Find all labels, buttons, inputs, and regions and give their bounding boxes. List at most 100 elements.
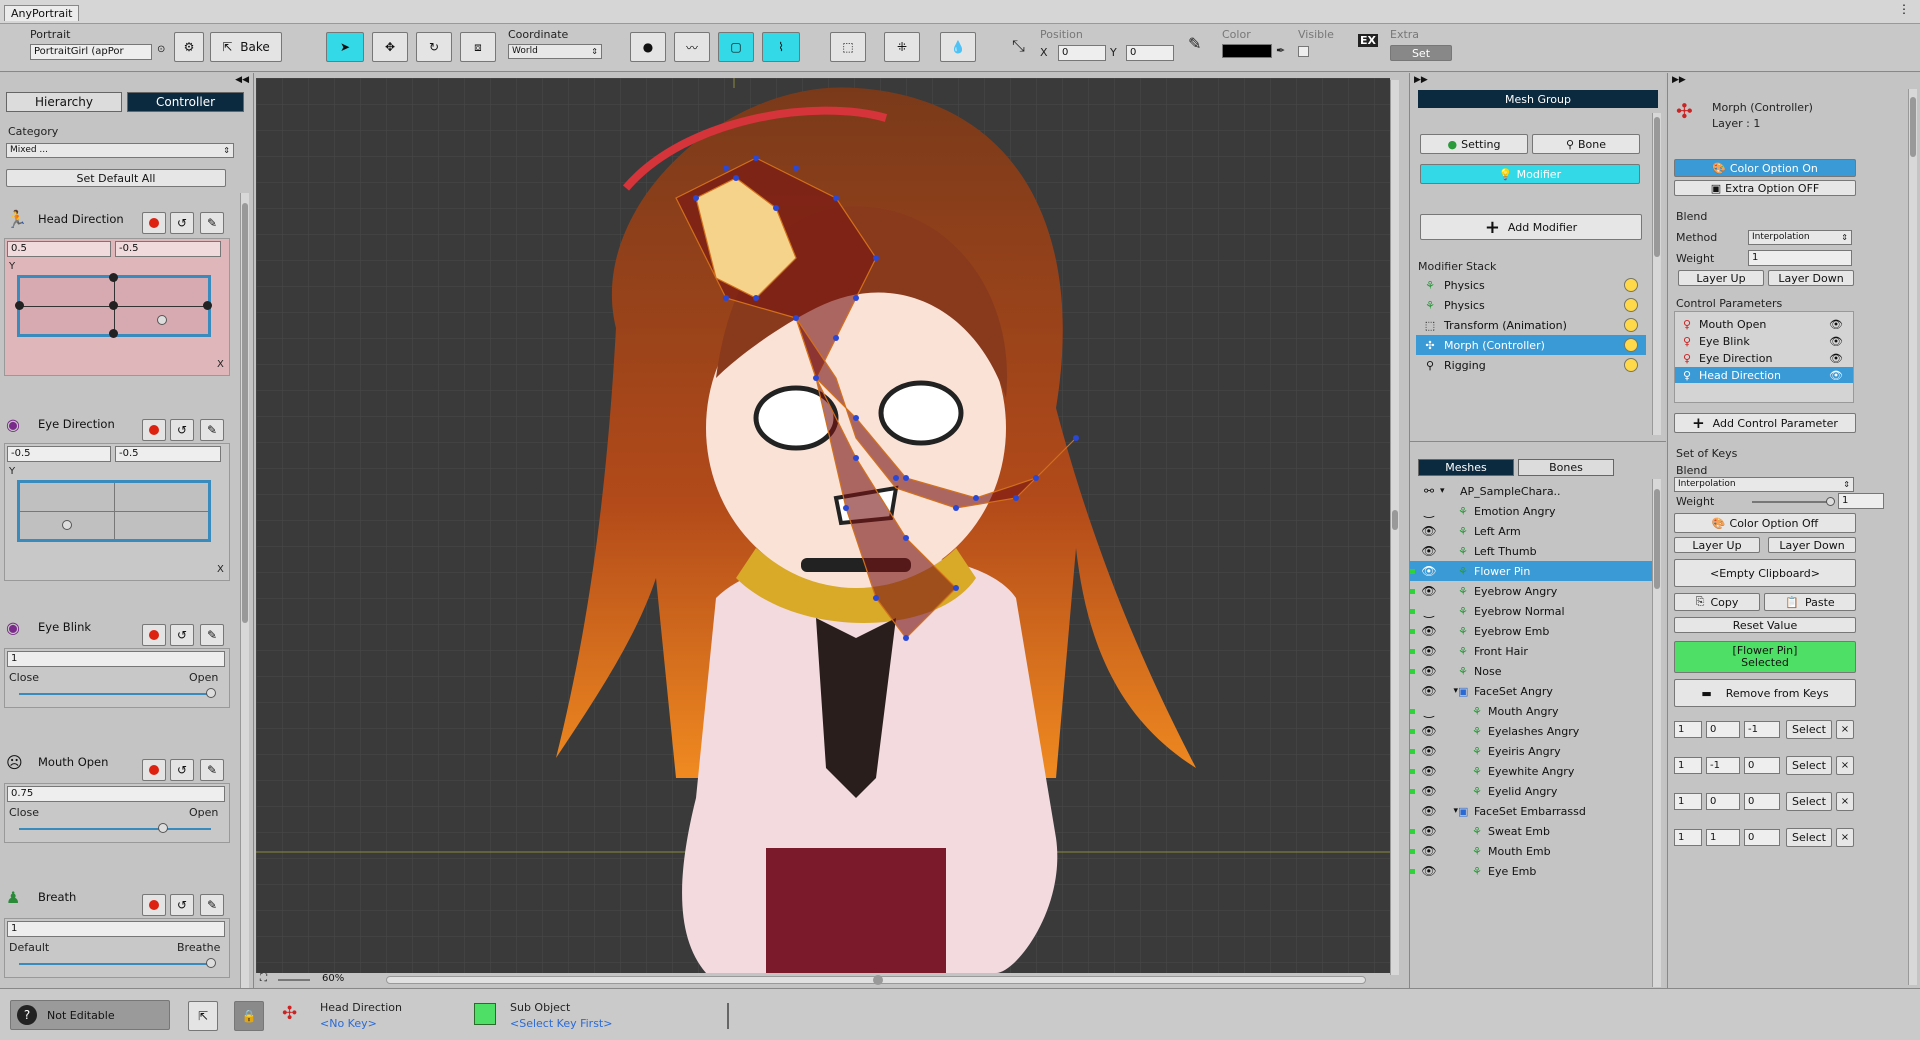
- color-drop-icon[interactable]: 💧: [940, 32, 976, 62]
- key-value-input[interactable]: 0: [1744, 793, 1780, 810]
- mouth-open-slider-track[interactable]: [19, 828, 211, 830]
- tab-hierarchy[interactable]: Hierarchy: [6, 92, 122, 112]
- eye-blink-reset-icon[interactable]: ↺: [170, 624, 194, 646]
- head-direction-record-button[interactable]: [142, 212, 166, 234]
- reset-value-button[interactable]: Reset Value: [1674, 617, 1856, 633]
- param-item[interactable]: ♀ Mouth Open 👁: [1675, 316, 1853, 332]
- layer-down-button[interactable]: Layer Down: [1768, 270, 1854, 286]
- key-value-input[interactable]: -1: [1706, 757, 1740, 774]
- bake-button[interactable]: ⇱ Bake: [210, 32, 282, 62]
- position-x-input[interactable]: 0: [1058, 45, 1106, 61]
- mesh-tree-item[interactable]: 👁 ⚘ Nose: [1410, 661, 1652, 681]
- visibility-eye-icon[interactable]: 👁: [1418, 864, 1440, 878]
- mesh-tree-item[interactable]: 👁 ⚘ Eyebrow Angry: [1410, 581, 1652, 601]
- extra-set-button[interactable]: Set: [1390, 45, 1452, 61]
- modifier-item[interactable]: ⚘ Physics: [1416, 295, 1646, 315]
- eye-direction-handle[interactable]: [62, 520, 72, 530]
- visibility-eye-icon[interactable]: 👁: [1418, 544, 1440, 558]
- horizontal-scrollbar[interactable]: [386, 975, 1366, 985]
- visibility-eye-icon[interactable]: 👁: [1418, 564, 1440, 578]
- mesh-tree-item[interactable]: 👁 ⚘ Left Arm: [1410, 521, 1652, 541]
- zoom-slider[interactable]: [278, 979, 310, 981]
- visibility-eye-icon[interactable]: 👁: [1418, 744, 1440, 758]
- lock-icon[interactable]: 🔒: [234, 1001, 264, 1031]
- key-value-input[interactable]: 1: [1674, 721, 1702, 738]
- tab-meshes[interactable]: Meshes: [1418, 459, 1514, 476]
- mesh-tree-item[interactable]: 👁 ⚘ Eyewhite Angry: [1410, 761, 1652, 781]
- mesh-tree-item[interactable]: 👁 ⚘ Eyelid Angry: [1410, 781, 1652, 801]
- collapse-mid-icon[interactable]: ▶▶: [1414, 75, 1428, 85]
- mesh-tree-item[interactable]: 👁 ▾ ▣ FaceSet Angry: [1410, 681, 1652, 701]
- visibility-eye-icon[interactable]: 👁: [1418, 664, 1440, 678]
- visibility-eye-icon[interactable]: 👁: [1418, 624, 1440, 638]
- pivot-icon[interactable]: ⁜: [884, 32, 920, 62]
- visibility-eye-icon[interactable]: 👁: [1418, 824, 1440, 838]
- visibility-eye-icon[interactable]: ‿: [1418, 504, 1440, 518]
- head-direction-handle[interactable]: [157, 315, 167, 325]
- portrait-picker-icon[interactable]: ⊙: [157, 44, 165, 55]
- portrait-field[interactable]: PortraitGirl (apPor: [30, 44, 152, 60]
- position-y-input[interactable]: 0: [1126, 45, 1174, 61]
- mesh-tree-item[interactable]: 👁 ⚘ Eyebrow Emb: [1410, 621, 1652, 641]
- weight-slider[interactable]: [1752, 497, 1835, 506]
- bulb-icon[interactable]: [1624, 278, 1638, 292]
- scale-tool-icon[interactable]: ⧈: [460, 32, 496, 62]
- mesh-tree-item[interactable]: 👁 ⚘ Eyeiris Angry: [1410, 741, 1652, 761]
- bone-button[interactable]: ⚲ Bone: [1532, 134, 1640, 154]
- mouth-open-value-input[interactable]: 0.75: [7, 786, 225, 802]
- cursor-tool-icon[interactable]: ⇱: [188, 1001, 218, 1031]
- right-scrollbar[interactable]: [1908, 89, 1917, 985]
- breath-slider-knob[interactable]: [206, 958, 216, 968]
- modifier-button[interactable]: 💡 Modifier: [1420, 164, 1640, 184]
- eye-visible-icon[interactable]: 👁: [1829, 369, 1843, 382]
- key-value-input[interactable]: 1: [1674, 757, 1702, 774]
- visibility-eye-icon[interactable]: 👁: [1418, 584, 1440, 598]
- move-tool-icon[interactable]: ✥: [372, 32, 408, 62]
- bulb-icon[interactable]: [1624, 338, 1638, 352]
- bone-visibility-icon[interactable]: 〰: [674, 32, 710, 62]
- method-select[interactable]: Interpolation: [1748, 230, 1852, 245]
- eye-visible-icon[interactable]: 👁: [1829, 352, 1843, 365]
- breath-record-button[interactable]: [142, 894, 166, 916]
- eye-blink-edit-icon[interactable]: ✎: [200, 624, 224, 646]
- remove-key-icon[interactable]: ×: [1836, 756, 1854, 775]
- eye-blink-slider-track[interactable]: [19, 693, 211, 695]
- eye-blink-slider-knob[interactable]: [206, 688, 216, 698]
- remove-key-icon[interactable]: ×: [1836, 792, 1854, 811]
- head-direction-reset-icon[interactable]: ↺: [170, 212, 194, 234]
- mesh-tree-item[interactable]: 👁 ⚘ Front Hair: [1410, 641, 1652, 661]
- visibility-eye-icon[interactable]: 👁: [1418, 844, 1440, 858]
- key-select-button[interactable]: Select: [1786, 792, 1832, 811]
- add-modifier-button[interactable]: + Add Modifier: [1420, 214, 1642, 240]
- eye-blink-value-input[interactable]: 1: [7, 651, 225, 667]
- collapse-right-icon[interactable]: ▶▶: [1672, 75, 1686, 85]
- visibility-eye-icon[interactable]: ⚯: [1418, 484, 1440, 498]
- layer-up-button-2[interactable]: Layer Up: [1674, 537, 1760, 553]
- head-direction-y-input[interactable]: -0.5: [115, 241, 221, 257]
- eye-blink-record-button[interactable]: [142, 624, 166, 646]
- mesh-tree-item[interactable]: ‿ ⚘ Mouth Angry: [1410, 701, 1652, 721]
- set-default-all-button[interactable]: Set Default All: [6, 169, 226, 187]
- weight-input[interactable]: 1: [1748, 250, 1852, 266]
- modifier-item[interactable]: ⚘ Physics: [1416, 275, 1646, 295]
- mouth-open-record-button[interactable]: [142, 759, 166, 781]
- key-value-input[interactable]: 0: [1744, 757, 1780, 774]
- head-direction-edit-icon[interactable]: ✎: [200, 212, 224, 234]
- breath-edit-icon[interactable]: ✎: [200, 894, 224, 916]
- key-select-button[interactable]: Select: [1786, 720, 1832, 739]
- key-select-button[interactable]: Select: [1786, 756, 1832, 775]
- eyedropper-icon[interactable]: ✒: [1276, 44, 1285, 57]
- param-item[interactable]: ♀ Eye Blink 👁: [1675, 333, 1853, 349]
- color-swatch[interactable]: [1222, 44, 1272, 58]
- visibility-eye-icon[interactable]: 👁: [1418, 524, 1440, 538]
- rotate-tool-icon[interactable]: ↻: [416, 32, 452, 62]
- remove-key-icon[interactable]: ×: [1836, 828, 1854, 847]
- visibility-eye-icon[interactable]: ‿: [1418, 604, 1440, 618]
- eye-direction-record-button[interactable]: [142, 419, 166, 441]
- select-tool-icon[interactable]: ➤: [326, 32, 364, 62]
- head-direction-x-input[interactable]: 0.5: [7, 241, 111, 257]
- bounds-icon[interactable]: ⬚: [830, 32, 866, 62]
- visibility-eye-icon[interactable]: 👁: [1418, 804, 1440, 818]
- visible-checkbox[interactable]: [1298, 46, 1309, 57]
- bulb-icon[interactable]: [1624, 298, 1638, 312]
